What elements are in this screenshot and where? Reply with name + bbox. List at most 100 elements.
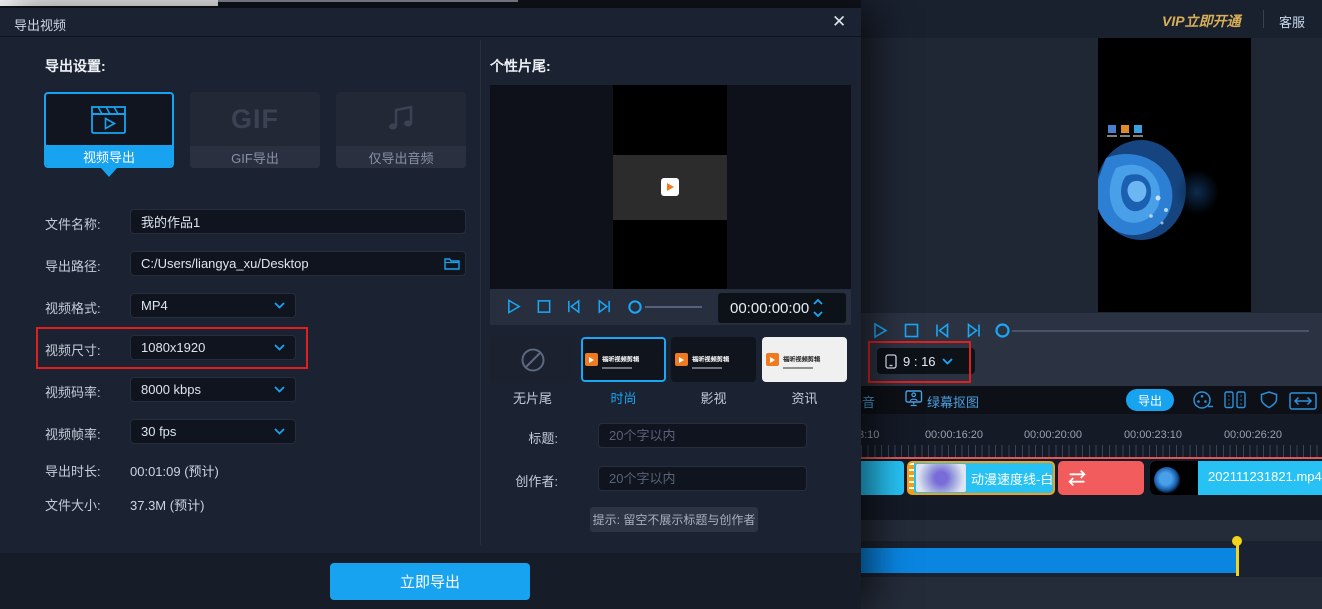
template-none[interactable] [490, 337, 575, 382]
timeline-scrollbar[interactable] [861, 548, 1237, 573]
clip-thumbnail [1150, 461, 1198, 495]
brand-logo [661, 178, 679, 196]
music-note-icon [386, 104, 416, 134]
split-panels-icon[interactable] [1224, 391, 1246, 409]
customer-service-button[interactable]: 客服 [1279, 12, 1305, 31]
template-label-none: 无片尾 [490, 388, 575, 407]
preview-zone [861, 38, 1322, 313]
folder-browse-icon[interactable] [444, 257, 460, 270]
timeline-clip-selected[interactable]: 动漫速度线-白 [907, 461, 1055, 495]
video-format-dropdown[interactable]: MP4 [130, 293, 296, 318]
dialog-title: 导出视频 [14, 15, 66, 34]
ruler-tick-label: 00:00:26:20 [1224, 429, 1282, 441]
tab-audio-export[interactable]: 仅导出音频 [336, 92, 466, 168]
dialog-titlebar [0, 8, 861, 37]
template-label-news: 资讯 [762, 388, 847, 407]
play-icon[interactable] [872, 322, 889, 339]
export-button[interactable]: 导出 [1126, 389, 1174, 411]
skip-start-icon[interactable] [934, 322, 951, 339]
timecode-value: 00:00:00:00 [730, 300, 809, 317]
ending-title-label: 标题: [470, 428, 558, 447]
stop-icon[interactable] [536, 298, 552, 315]
seek-slider-knob[interactable] [994, 322, 1011, 339]
ending-heading: 个性片尾: [490, 56, 551, 76]
window-top-strip [0, 0, 218, 6]
timecode-spinner[interactable] [812, 297, 824, 319]
clip-label: 动漫速度线-白 [971, 469, 1053, 488]
seek-slider-track[interactable] [645, 306, 702, 308]
film-reel-icon[interactable] [1192, 390, 1214, 411]
template-fashion[interactable]: 福昕视频剪辑 [581, 337, 666, 382]
bitrate-value: 8000 kbps [141, 382, 201, 397]
gif-icon: GIF [231, 104, 279, 135]
skip-start-icon[interactable] [566, 298, 582, 315]
template-news[interactable]: 福昕视频剪辑 [762, 337, 847, 382]
green-screen-icon[interactable] [905, 390, 923, 407]
chevron-down-icon [274, 428, 285, 435]
annotation-video-size [36, 327, 308, 369]
tab-gif-export[interactable]: GIF GIF导出 [190, 92, 320, 168]
voice-tool[interactable]: 语音 [861, 392, 875, 411]
export-path-label: 导出路径: [45, 256, 101, 275]
brand-play-icon [585, 353, 598, 366]
clip-trim-handle[interactable] [909, 463, 914, 493]
ending-title-input[interactable] [598, 423, 807, 448]
export-path-input[interactable] [130, 251, 466, 276]
skip-end-icon[interactable] [965, 322, 982, 339]
export-now-button[interactable]: 立即导出 [330, 563, 530, 600]
video-preview [1098, 38, 1251, 312]
shield-icon[interactable] [1260, 391, 1278, 409]
skip-end-icon[interactable] [596, 298, 612, 315]
video-clapper-icon [90, 104, 128, 136]
app-topbar [861, 0, 1322, 39]
framerate-value: 30 fps [141, 424, 176, 439]
brand-name: 福昕视频剪辑 [783, 353, 820, 362]
timeline-ruler[interactable] [861, 445, 1322, 457]
window-top-line [218, 0, 518, 2]
timeline-video-clip[interactable]: 202111231821.mp4 [1150, 461, 1322, 495]
timeline-transition-clip[interactable] [1058, 461, 1144, 495]
chevron-down-icon [274, 386, 285, 393]
tab-label: 视频导出 [46, 145, 172, 167]
vip-upgrade-button[interactable]: VIP立即开通 [1162, 11, 1241, 31]
close-icon[interactable]: ✕ [832, 13, 846, 30]
desktop-icon-label [1133, 135, 1143, 137]
template-movie[interactable]: 福昕视频剪辑 [671, 337, 756, 382]
ruler-tick-label: 3:10 [861, 429, 879, 441]
bitrate-dropdown[interactable]: 8000 kbps [130, 377, 296, 402]
ending-tip: 提示: 留空不展示标题与创作者 [590, 507, 758, 532]
annotation-aspect-ratio [868, 341, 971, 383]
desktop-icon [1121, 125, 1129, 133]
stop-icon[interactable] [903, 322, 920, 339]
screen: VIP立即开通 客服 [0, 0, 1322, 609]
timeline-footer [861, 577, 1322, 609]
green-screen-label[interactable]: 绿幕抠图 [927, 392, 979, 411]
selected-tab-arrow [101, 168, 117, 177]
duration-label: 导出时长: [45, 461, 101, 480]
seek-slider-track[interactable] [1012, 330, 1309, 332]
tab-label: GIF导出 [190, 146, 320, 168]
filename-label: 文件名称: [45, 214, 101, 233]
desktop-icon [1134, 125, 1142, 133]
export-dialog: 导出视频 ✕ 导出设置: 视频导出 GIF GIF导出 [0, 8, 861, 609]
desktop-icon-label [1107, 135, 1117, 137]
ruler-tick-label: 00:00:23:10 [1124, 429, 1182, 441]
timeline-clip[interactable] [861, 461, 904, 495]
ending-creator-label: 创作者: [470, 471, 558, 490]
framerate-label: 视频帧率: [45, 424, 101, 443]
settings-heading: 导出设置: [45, 56, 106, 76]
ruler-tick-label: 00:00:20:00 [1024, 429, 1082, 441]
tab-video-export[interactable]: 视频导出 [44, 92, 174, 168]
framerate-dropdown[interactable]: 30 fps [130, 419, 296, 444]
play-icon[interactable] [506, 298, 522, 315]
bitrate-label: 视频码率: [45, 382, 101, 401]
fit-width-icon[interactable] [1289, 392, 1317, 410]
ending-video-frame [613, 85, 727, 289]
timecode-box[interactable]: 00:00:00:00 [717, 292, 847, 324]
seek-slider-knob[interactable] [627, 299, 643, 315]
filename-input[interactable] [130, 209, 466, 234]
ending-creator-input[interactable] [598, 466, 807, 491]
playhead-line[interactable] [1236, 538, 1239, 576]
chevron-down-icon [274, 302, 285, 309]
column-divider [480, 40, 481, 545]
